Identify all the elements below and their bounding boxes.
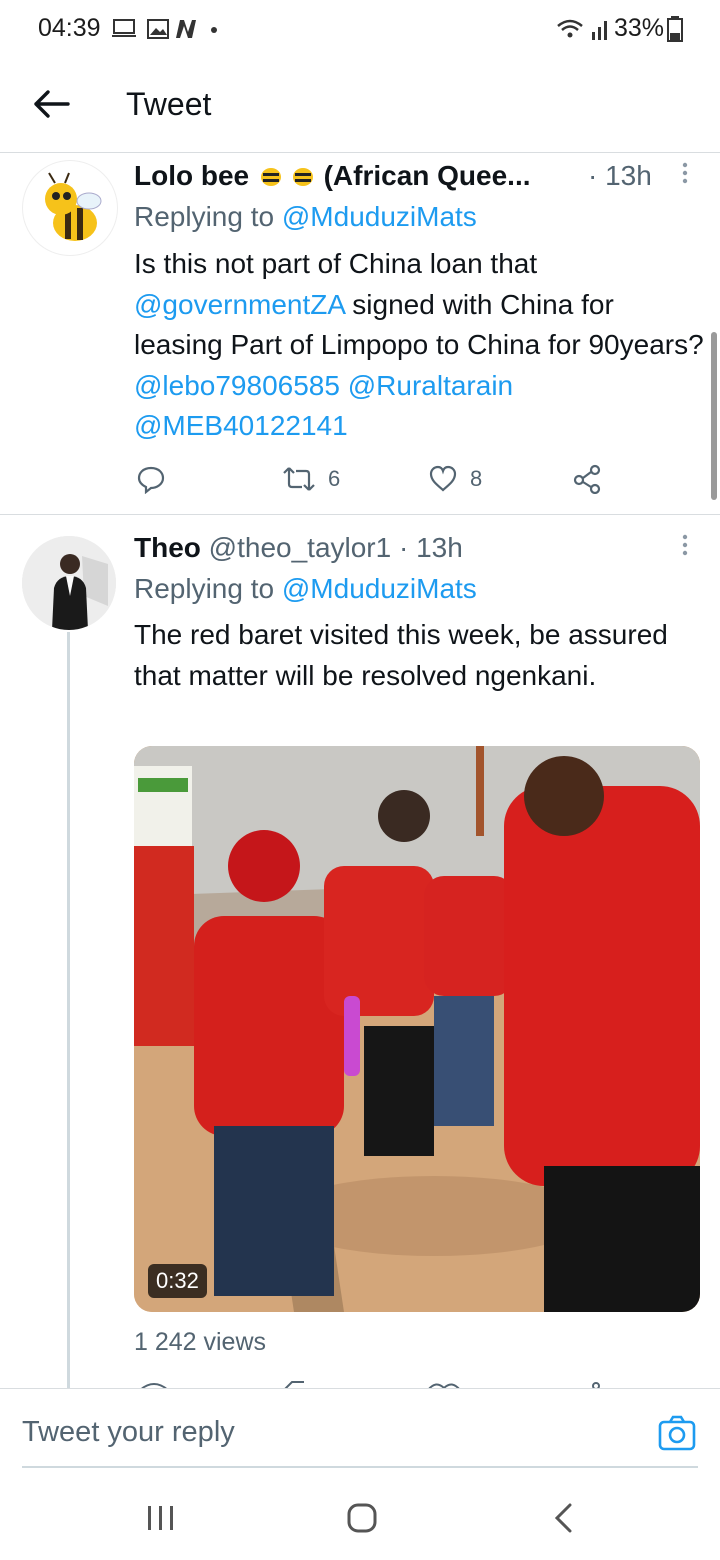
retweet-icon xyxy=(283,467,315,491)
tweet-time: · 13h xyxy=(588,160,652,191)
battery-level: 33% xyxy=(614,14,665,42)
header-divider xyxy=(0,152,720,153)
reply-icon xyxy=(137,466,165,494)
home-icon[interactable] xyxy=(346,1502,378,1534)
mention-link[interactable]: @MEB40122141 xyxy=(134,410,348,441)
page-title: Tweet xyxy=(126,86,212,122)
tweet-video[interactable] xyxy=(134,746,700,1312)
replying-handle-link[interactable]: @MduduziMats xyxy=(282,573,477,604)
reply-input[interactable]: Tweet your reply xyxy=(22,1416,235,1449)
reply-action[interactable] xyxy=(136,464,166,494)
back-arrow-icon[interactable] xyxy=(30,84,74,124)
more-icon[interactable] xyxy=(678,532,692,562)
status-notification-icons xyxy=(112,19,217,39)
author-name[interactable]: Theo xyxy=(134,532,201,563)
mention-link[interactable]: @governmentZA xyxy=(134,289,345,320)
retweet-count: 6 xyxy=(328,466,341,491)
tweet-text: The red baret visited this week, be assu… xyxy=(134,619,668,691)
replying-to: Replying to @MduduziMats xyxy=(134,201,477,233)
tweet-divider xyxy=(0,514,720,515)
replying-prefix: Replying to xyxy=(134,573,282,604)
replying-to: Replying to @MduduziMats xyxy=(134,573,477,605)
back-nav-icon[interactable] xyxy=(552,1502,574,1534)
signal-icon xyxy=(557,19,607,40)
retweet-action[interactable]: 6 xyxy=(282,464,340,494)
bee-emoji-icon xyxy=(260,168,313,186)
recent-apps-icon[interactable] xyxy=(146,1504,176,1532)
mention-link[interactable]: @lebo79806585 xyxy=(134,370,340,401)
avatar[interactable] xyxy=(22,160,118,256)
battery-icon xyxy=(667,16,683,42)
replying-handle-link[interactable]: @MduduziMats xyxy=(282,201,477,232)
tweet-author-line: Theo @theo_taylor1 · 13h xyxy=(134,532,463,564)
status-time: 04:39 xyxy=(38,14,101,42)
author-name[interactable]: Lolo bee xyxy=(134,160,249,191)
like-action[interactable]: 8 xyxy=(428,464,482,494)
camera-icon[interactable] xyxy=(658,1414,696,1452)
view-count: 1 242 views xyxy=(134,1328,267,1356)
video-duration: 0:32 xyxy=(148,1264,207,1298)
scrollbar[interactable] xyxy=(711,332,717,500)
mention-link[interactable]: @Ruraltarain xyxy=(348,370,513,401)
author-handle[interactable]: @theo_taylor1 xyxy=(209,532,392,563)
more-icon[interactable] xyxy=(678,160,692,190)
share-icon xyxy=(573,464,601,494)
bee-emoji-icons xyxy=(257,164,324,191)
like-count: 8 xyxy=(470,466,483,491)
tweet-author-line: Lolo bee (African Quee... xyxy=(134,160,531,192)
share-action[interactable] xyxy=(572,464,602,494)
thread-line xyxy=(67,632,70,1388)
reply-input-underline xyxy=(22,1466,698,1468)
tweet-time: · 13h xyxy=(399,532,463,563)
author-name-suffix: (African Quee... xyxy=(323,160,531,191)
avatar[interactable] xyxy=(22,536,116,630)
like-icon xyxy=(429,465,457,492)
replying-prefix: Replying to xyxy=(134,201,282,232)
tweet-text: Is this not part of China loan that @gov… xyxy=(134,244,704,447)
video-thumbnail xyxy=(134,746,700,1312)
bee-avatar-image xyxy=(45,172,102,241)
tweet-text-part: Is this not part of China loan that xyxy=(134,248,538,279)
person-avatar-image xyxy=(22,536,116,630)
